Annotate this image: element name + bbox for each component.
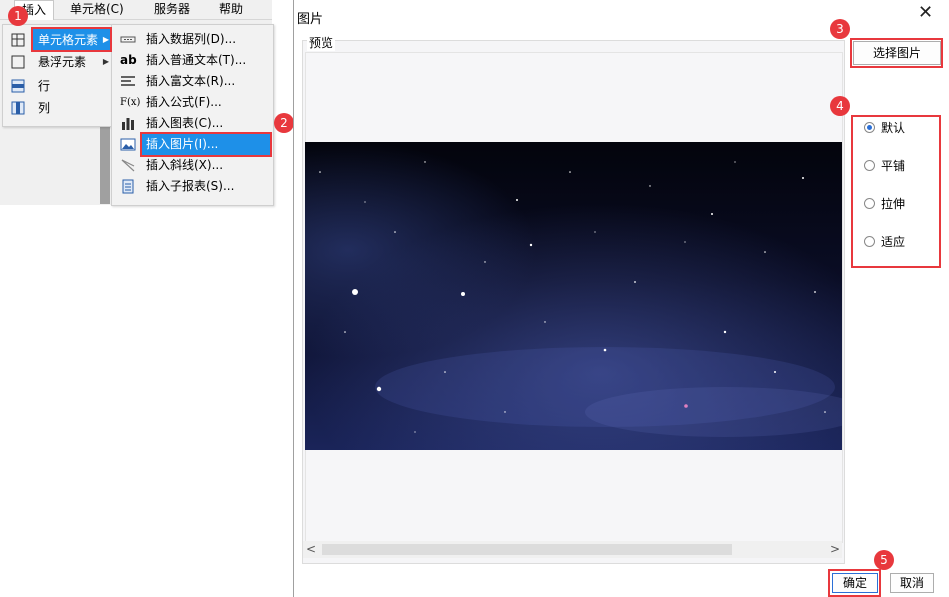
annotation-box-choose-image [850, 38, 943, 68]
annotation-box-cell-element [31, 27, 112, 52]
menu-item-insert-data-column[interactable]: 插入数据列(D)... [112, 29, 273, 50]
scroll-right-icon[interactable]: > [830, 542, 840, 556]
cancel-button[interactable]: 取消 [890, 573, 934, 593]
chart-icon [122, 118, 134, 130]
menu-cell[interactable]: 单元格(C) [70, 0, 124, 19]
submenu-arrow-icon: ▶ [102, 57, 109, 66]
close-icon[interactable]: ✕ [918, 4, 933, 22]
annotation-box-ok [828, 569, 881, 597]
step-badge-1: 1 [8, 6, 28, 26]
menu-help[interactable]: 帮助 [219, 0, 243, 19]
menu-item-insert-formula[interactable]: F(x) 插入公式(F)... [112, 92, 273, 113]
step-badge-2: 2 [274, 113, 294, 133]
menu-item-label: 插入图表(C)... [146, 116, 224, 130]
data-column-icon [120, 36, 136, 43]
menu-item-label: 行 [38, 79, 51, 93]
menu-item-insert-slash[interactable]: 插入斜线(X)... [112, 155, 273, 176]
menu-item-column[interactable]: 列 [3, 97, 113, 119]
designer-scrollbar [100, 126, 110, 204]
menu-bar: 插入 单元格(C) 服务器 帮助 [0, 0, 272, 20]
menu-item-label: 插入子报表(S)... [146, 179, 235, 193]
rich-text-icon [121, 76, 135, 86]
menu-item-label: 插入斜线(X)... [146, 158, 224, 172]
menu-item-label: 插入数据列(D)... [146, 32, 237, 46]
subreport-icon [122, 179, 134, 194]
step-badge-3: 3 [830, 19, 850, 39]
dialog-title: 图片 [297, 12, 324, 27]
scrollbar-thumb[interactable] [322, 544, 732, 555]
slash-icon [121, 159, 135, 172]
menu-item-insert-chart[interactable]: 插入图表(C)... [112, 113, 273, 134]
step-badge-4: 4 [830, 96, 850, 116]
menu-item-label: 插入普通文本(T)... [146, 53, 247, 67]
menu-item-label: 插入公式(F)... [146, 95, 222, 109]
menu-item-insert-subreport[interactable]: 插入子报表(S)... [112, 176, 273, 197]
formula-icon: F(x) [120, 97, 141, 108]
preview-label: 预览 [307, 34, 336, 51]
text-ab-icon: ab [120, 53, 137, 67]
menu-item-label: 列 [38, 101, 51, 115]
menu-item-insert-text[interactable]: ab 插入普通文本(T)... [112, 50, 273, 71]
menu-server[interactable]: 服务器 [154, 0, 190, 19]
scroll-left-icon[interactable]: < [306, 542, 316, 556]
float-box-icon [11, 55, 25, 69]
step-badge-5: 5 [874, 550, 894, 570]
column-icon [11, 101, 25, 115]
menu-item-label: 悬浮元素 [38, 55, 87, 69]
cell-element-submenu: 插入数据列(D)... ab 插入普通文本(T)... 插入富文本(R)... … [111, 24, 274, 206]
menu-item-float-element[interactable]: 悬浮元素 ▶ [3, 51, 113, 73]
annotation-box-insert-image [140, 132, 272, 157]
annotation-box-display-modes [851, 115, 941, 268]
image-icon [120, 138, 136, 151]
row-icon [11, 79, 25, 93]
preview-image [305, 142, 842, 450]
cell-grid-icon [11, 33, 25, 47]
menu-item-label: 插入富文本(R)... [146, 74, 236, 88]
menu-item-row[interactable]: 行 [3, 75, 113, 97]
menu-item-insert-rich-text[interactable]: 插入富文本(R)... [112, 71, 273, 92]
